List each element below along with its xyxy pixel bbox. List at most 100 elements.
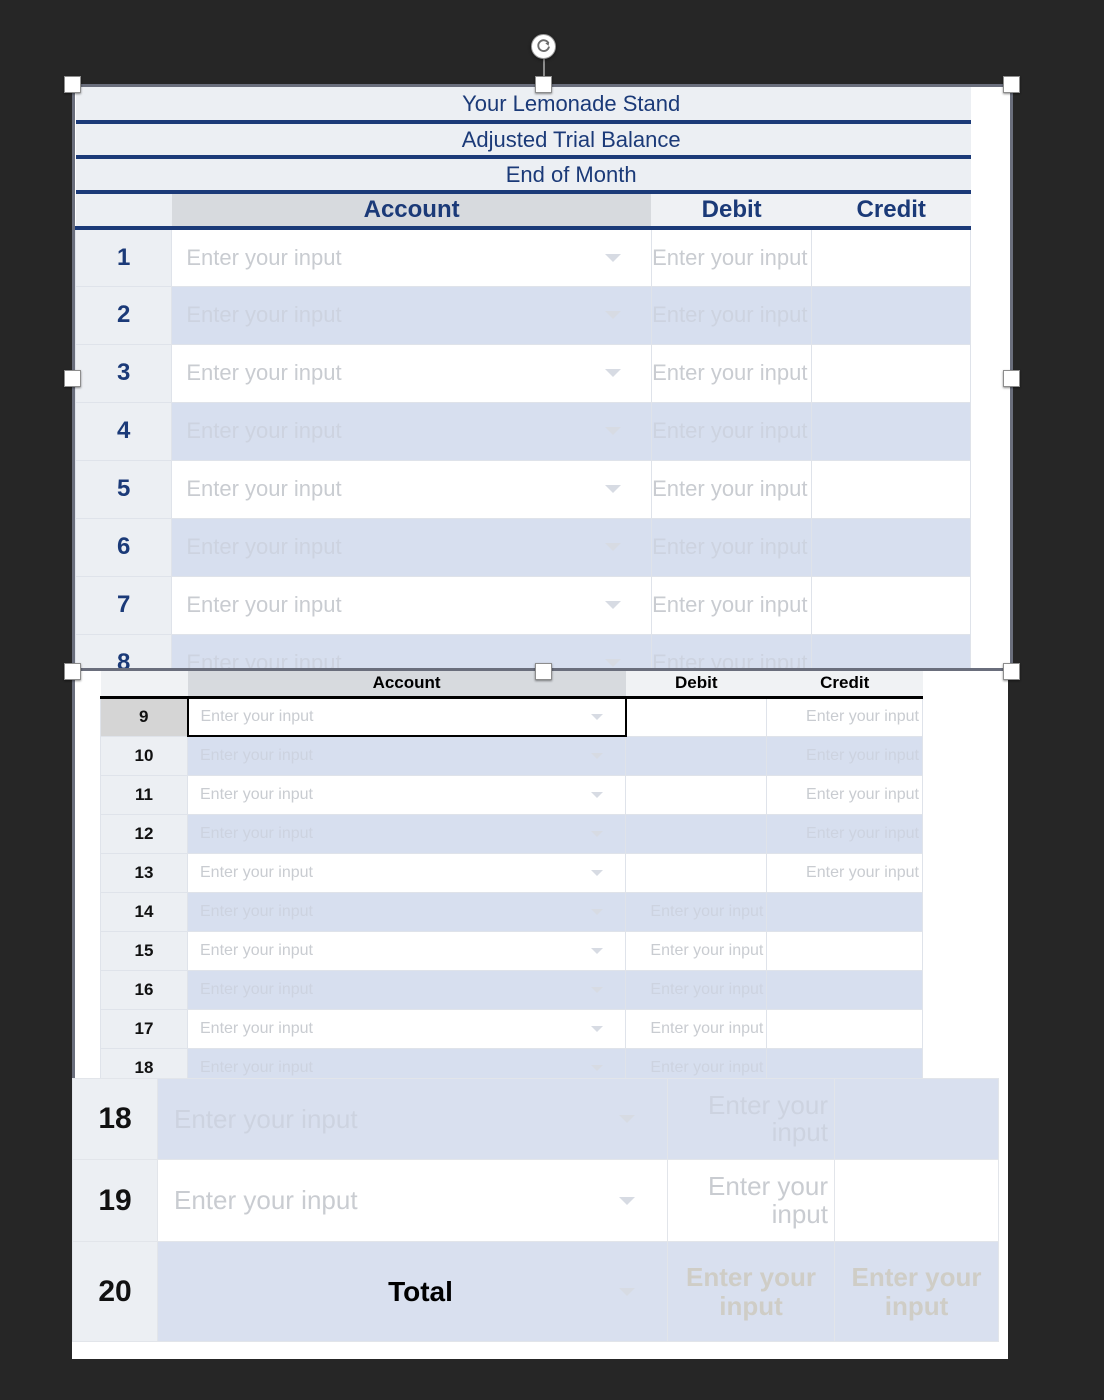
account-input[interactable]: Enter your input bbox=[186, 852, 627, 893]
table-row[interactable]: 10 Enter your input Enter your input bbox=[100, 735, 923, 776]
table-row[interactable]: 6 Enter your input Enter your input bbox=[75, 517, 971, 577]
table-row[interactable]: 18 Enter your input Enter your input bbox=[72, 1078, 999, 1160]
table-row[interactable]: 17 Enter your input Enter your input bbox=[100, 1008, 923, 1049]
credit-input[interactable] bbox=[811, 343, 971, 403]
account-input[interactable]: Enter your input bbox=[186, 930, 627, 971]
credit-input[interactable] bbox=[766, 969, 923, 1010]
row-number[interactable]: 7 bbox=[75, 575, 173, 635]
debit-input[interactable]: Enter your input bbox=[667, 1078, 835, 1160]
table-row[interactable]: 16 Enter your input Enter your input bbox=[100, 969, 923, 1010]
row-number[interactable]: 6 bbox=[75, 517, 173, 577]
credit-input[interactable]: Enter your input bbox=[766, 774, 923, 815]
account-input[interactable]: Enter your input bbox=[171, 459, 652, 519]
chevron-down-icon[interactable] bbox=[591, 752, 604, 759]
credit-input[interactable]: Enter your input bbox=[766, 735, 923, 776]
row-number[interactable]: 8 bbox=[75, 633, 173, 668]
debit-input[interactable] bbox=[625, 696, 768, 737]
resize-handle-top-right[interactable] bbox=[1003, 76, 1020, 93]
debit-input[interactable]: Enter your input bbox=[625, 930, 768, 971]
credit-input[interactable] bbox=[811, 517, 971, 577]
account-input[interactable]: Enter your input bbox=[186, 1008, 627, 1049]
credit-input[interactable] bbox=[811, 401, 971, 461]
chevron-down-icon[interactable] bbox=[619, 1287, 635, 1296]
row-number[interactable]: 14 bbox=[100, 891, 188, 932]
debit-input[interactable]: Enter your input bbox=[650, 633, 813, 668]
chevron-down-icon[interactable] bbox=[591, 947, 604, 954]
table-row[interactable]: 7 Enter your input Enter your input bbox=[75, 575, 971, 635]
rotate-handle-icon[interactable] bbox=[531, 34, 556, 59]
account-input[interactable]: Enter your input bbox=[171, 517, 652, 577]
chevron-down-icon[interactable] bbox=[604, 253, 621, 262]
account-input[interactable]: Enter your input bbox=[171, 227, 652, 287]
table-row[interactable]: 13 Enter your input Enter your input bbox=[100, 852, 923, 893]
credit-input[interactable]: Enter your input bbox=[834, 1241, 999, 1342]
chevron-down-icon[interactable] bbox=[604, 659, 621, 667]
chevron-down-icon[interactable] bbox=[604, 427, 621, 435]
row-number[interactable]: 11 bbox=[100, 774, 188, 815]
account-input[interactable]: Enter your input bbox=[171, 401, 652, 461]
debit-input[interactable] bbox=[625, 774, 768, 815]
row-number[interactable]: 9 bbox=[100, 696, 188, 737]
row-number[interactable]: 15 bbox=[100, 930, 188, 971]
table-row[interactable]: 14 Enter your input Enter your input bbox=[100, 891, 923, 932]
credit-input[interactable]: Enter your input bbox=[766, 852, 923, 893]
credit-input[interactable] bbox=[811, 227, 971, 287]
table-row[interactable]: 11 Enter your input Enter your input bbox=[100, 774, 923, 815]
credit-input[interactable] bbox=[834, 1078, 999, 1160]
credit-input[interactable] bbox=[766, 891, 923, 932]
table-row[interactable]: 3 Enter your input Enter your input bbox=[75, 343, 971, 403]
account-input[interactable]: Enter your input bbox=[186, 696, 627, 737]
row-number[interactable]: 3 bbox=[75, 343, 173, 403]
account-input[interactable]: Enter your input bbox=[171, 633, 652, 668]
debit-input[interactable]: Enter your input bbox=[667, 1241, 835, 1342]
credit-input[interactable] bbox=[766, 930, 923, 971]
debit-input[interactable]: Enter your input bbox=[625, 891, 768, 932]
credit-input[interactable] bbox=[766, 1008, 923, 1049]
account-input[interactable]: Enter your input bbox=[171, 575, 652, 635]
chevron-down-icon[interactable] bbox=[619, 1115, 635, 1123]
credit-input[interactable]: Enter your input bbox=[766, 696, 923, 737]
debit-input[interactable] bbox=[625, 852, 768, 893]
chevron-down-icon[interactable] bbox=[591, 908, 604, 915]
resize-handle-bottom-right[interactable] bbox=[1003, 663, 1020, 680]
chevron-down-icon[interactable] bbox=[591, 1025, 604, 1032]
debit-input[interactable]: Enter your input bbox=[650, 285, 813, 345]
debit-input[interactable] bbox=[625, 813, 768, 854]
table-row[interactable]: 9 Enter your input Enter your input bbox=[100, 696, 923, 737]
credit-input[interactable]: Enter your input bbox=[766, 813, 923, 854]
account-input[interactable]: Enter your input bbox=[186, 813, 627, 854]
row-number[interactable]: 19 bbox=[72, 1159, 158, 1242]
row-number[interactable]: 4 bbox=[75, 401, 173, 461]
row-number[interactable]: 16 bbox=[100, 969, 188, 1010]
chevron-down-icon[interactable] bbox=[619, 1196, 635, 1205]
debit-input[interactable]: Enter your input bbox=[650, 343, 813, 403]
chevron-down-icon[interactable] bbox=[591, 791, 604, 798]
account-input[interactable]: Enter your input bbox=[186, 735, 627, 776]
debit-input[interactable]: Enter your input bbox=[650, 459, 813, 519]
chevron-down-icon[interactable] bbox=[591, 986, 604, 993]
table-row[interactable]: 4 Enter your input Enter your input bbox=[75, 401, 971, 461]
chevron-down-icon[interactable] bbox=[604, 601, 621, 609]
spreadsheet-panel-bottom[interactable]: 18 Enter your input Enter your input 19 Ente… bbox=[72, 1078, 1008, 1359]
row-number[interactable]: 12 bbox=[100, 813, 188, 854]
row-number[interactable]: 18 bbox=[72, 1078, 158, 1160]
debit-input[interactable]: Enter your input bbox=[650, 575, 813, 635]
credit-input[interactable] bbox=[811, 459, 971, 519]
account-input[interactable]: Enter your input bbox=[186, 969, 627, 1010]
debit-input[interactable]: Enter your input bbox=[625, 969, 768, 1010]
resize-handle-top-center[interactable] bbox=[535, 76, 552, 93]
debit-input[interactable]: Enter your input bbox=[650, 227, 813, 287]
account-input[interactable]: Enter your input bbox=[186, 774, 627, 815]
table-row[interactable]: 8 Enter your input Enter your input bbox=[75, 633, 971, 668]
debit-input[interactable]: Enter your input bbox=[667, 1159, 835, 1242]
row-number[interactable]: 5 bbox=[75, 459, 173, 519]
debit-input[interactable]: Enter your input bbox=[650, 401, 813, 461]
account-input[interactable]: Enter your input bbox=[171, 343, 652, 403]
resize-handle-middle-left[interactable] bbox=[64, 370, 81, 387]
chevron-down-icon[interactable] bbox=[604, 485, 621, 493]
spreadsheet-panel-middle[interactable]: Account Debit Credit 9 Enter your input En… bbox=[72, 668, 1008, 1084]
debit-input[interactable] bbox=[625, 735, 768, 776]
table-row[interactable]: 20 Total Enter your input Enter your input bbox=[72, 1241, 999, 1342]
debit-input[interactable]: Enter your input bbox=[650, 517, 813, 577]
credit-input[interactable] bbox=[811, 285, 971, 345]
